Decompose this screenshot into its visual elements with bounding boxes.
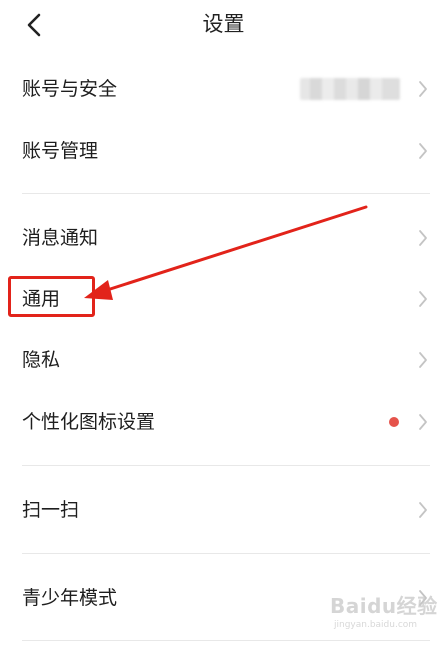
section-divider	[22, 553, 430, 554]
watermark-brand: Baidu经验	[330, 594, 438, 618]
baidu-watermark: Baidu经验 jingyan.baidu.com	[318, 586, 438, 640]
row-label: 隐私	[22, 349, 61, 371]
watermark-url: jingyan.baidu.com	[334, 620, 418, 630]
blurred-account-value	[300, 78, 400, 100]
section-divider	[22, 193, 430, 194]
row-label: 账号与安全	[22, 78, 118, 100]
chevron-right-icon	[419, 291, 427, 307]
settings-row-scan[interactable]: 扫一扫	[0, 480, 447, 540]
settings-row-notifications[interactable]: 消息通知	[0, 208, 447, 268]
chevron-right-icon	[419, 143, 427, 159]
row-label: 青少年模式	[22, 587, 118, 609]
row-label: 个性化图标设置	[22, 411, 156, 433]
chevron-right-icon	[419, 230, 427, 246]
chevron-right-icon	[419, 502, 427, 518]
chevron-right-icon	[419, 81, 427, 97]
chevron-right-icon	[419, 414, 427, 430]
settings-row-account-security[interactable]: 账号与安全	[0, 59, 447, 119]
chevron-right-icon	[419, 352, 427, 368]
settings-row-custom-icon[interactable]: 个性化图标设置	[0, 392, 447, 452]
row-label: 通用	[22, 288, 61, 310]
section-divider	[22, 640, 430, 641]
new-badge-dot	[389, 417, 399, 427]
row-label: 扫一扫	[22, 499, 80, 521]
settings-row-privacy[interactable]: 隐私	[0, 330, 447, 390]
settings-row-general[interactable]: 通用	[0, 269, 447, 329]
row-label: 消息通知	[22, 227, 99, 249]
header-bar: 设置	[0, 0, 447, 50]
row-label: 账号管理	[22, 140, 99, 162]
page-title: 设置	[202, 12, 245, 36]
settings-row-account-management[interactable]: 账号管理	[0, 121, 447, 181]
section-divider	[22, 465, 430, 466]
